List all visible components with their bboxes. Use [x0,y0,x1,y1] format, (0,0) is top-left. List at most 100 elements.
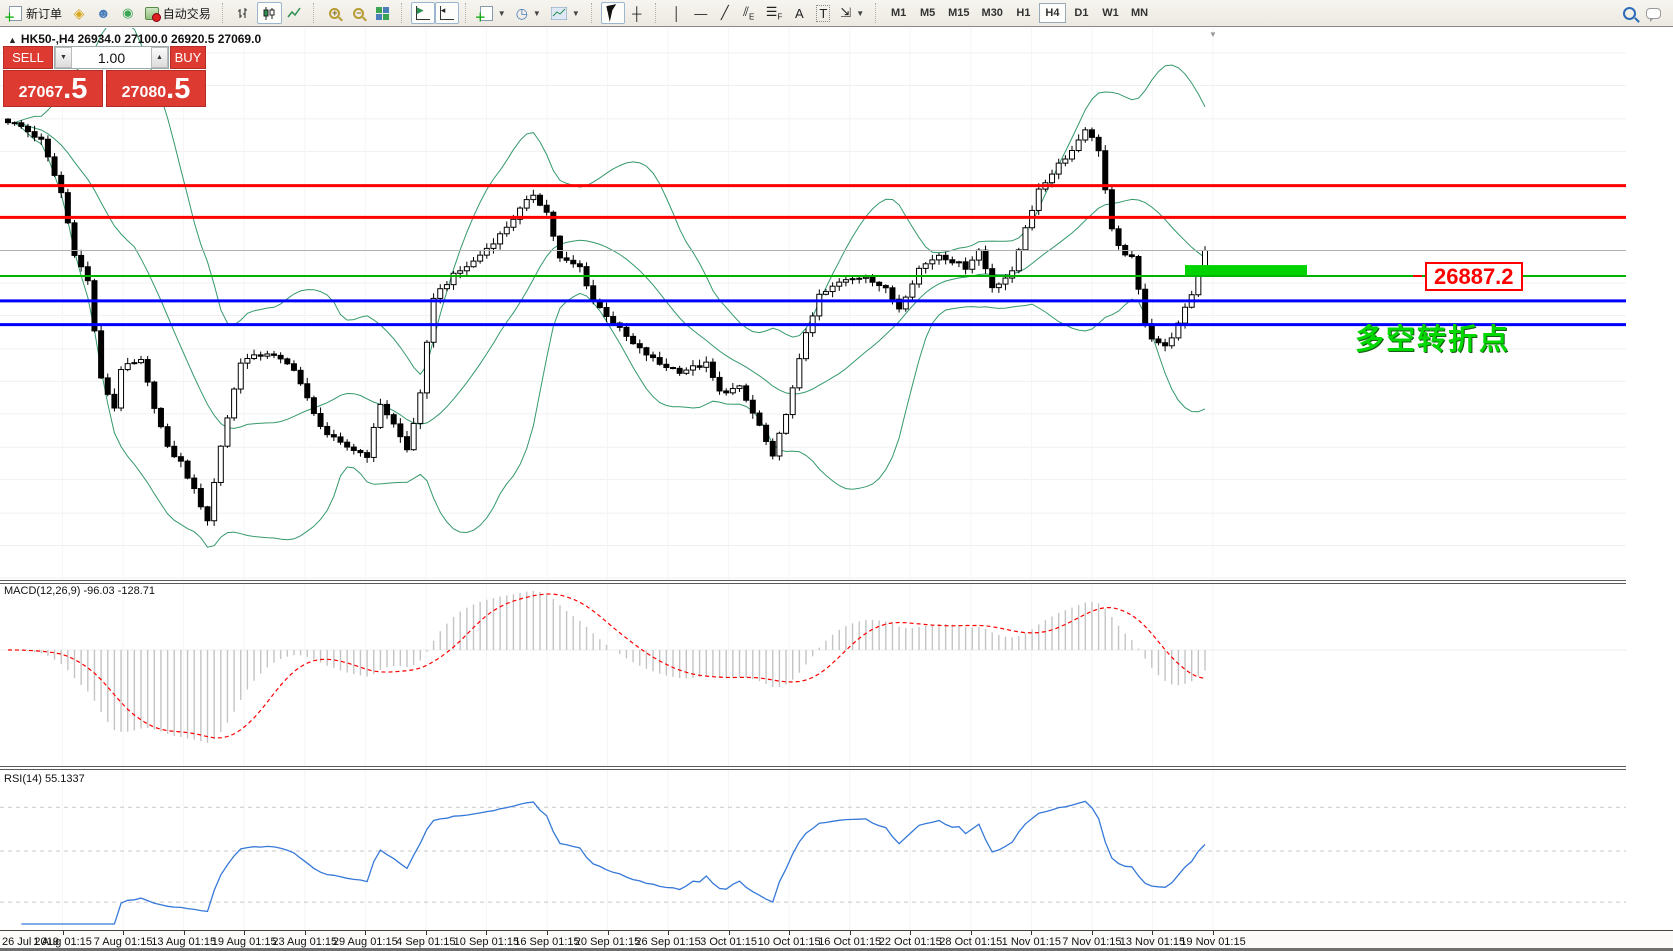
new-order-icon [9,6,22,21]
crosshair-button[interactable]: ┼ [625,2,649,24]
timeframe-d1-button[interactable]: D1 [1068,3,1095,23]
buy-price-display[interactable]: 27080.5 [106,70,206,107]
toolbar-separator [465,3,472,23]
cursor-button[interactable] [601,2,625,24]
fibonacci-button[interactable]: ☰F [761,2,788,24]
periods-button[interactable]: ◷▼ [511,2,546,24]
toolbar-separator [875,3,882,23]
vertical-line-button[interactable]: │ [665,2,689,24]
tile-windows-icon [376,7,389,20]
timeframe-m1-button[interactable]: M1 [885,3,912,23]
date-tick [1031,931,1032,935]
volume-up-button[interactable]: ▲ [151,47,168,68]
metaeditor-button[interactable]: ◈ [67,2,91,24]
equidistant-channel-button[interactable]: ⫽E [737,2,761,24]
text-label-icon: T [816,5,830,22]
symbol-header: ▲HK50-,H4 26934.0 27100.0 26920.5 27069.… [8,32,261,46]
text-label-button[interactable]: T [811,2,835,24]
date-tick [426,931,427,935]
date-label: 19 Aug 01:15 [212,936,277,948]
date-tick [486,931,487,935]
date-label: 1 Aug 01:15 [33,936,92,948]
date-label: 28 Oct 01:15 [939,936,1002,948]
timeframe-h4-button[interactable]: H4 [1039,3,1066,23]
date-label: 19 Nov 01:15 [1180,936,1245,948]
sell-button[interactable]: SELL [3,46,53,69]
price-callout[interactable]: 26887.2 [1425,262,1523,291]
indicators-icon [480,6,493,21]
signals-icon: ◉ [122,5,133,21]
dropdown-arrow-icon: ▼ [533,9,541,18]
date-tick [729,931,730,935]
date-tick [910,931,911,935]
zoom-out-icon: − [353,8,364,19]
autotrading-label: 自动交易 [163,5,211,22]
timeframe-mn-button[interactable]: MN [1126,3,1153,23]
zoom-out-button[interactable]: − [347,2,371,24]
timeframe-bar: M1M5M15M30H1H4D1W1MN [885,3,1153,23]
dropdown-arrow-icon: ▼ [498,9,506,18]
price-chart[interactable] [0,28,1626,580]
collapse-triangle-icon[interactable]: ▲ [8,35,17,45]
timeframe-w1-button[interactable]: W1 [1097,3,1124,23]
dropdown-arrow-icon: ▼ [856,9,864,18]
date-tick [123,931,124,935]
trendline-button[interactable]: ╱ [713,2,737,24]
candlestick-chart-button[interactable] [257,2,282,24]
toolbar-separator [655,3,662,23]
macd-panel[interactable] [0,584,1626,766]
timeframe-h1-button[interactable]: H1 [1010,3,1037,23]
volume-input[interactable]: 1.00 [72,47,151,68]
toolbar-separator [313,3,320,23]
signals-button[interactable]: ◉ [116,2,140,24]
chat-icon[interactable] [1646,8,1661,19]
equidistant-channel-icon: ⫽E [743,4,754,22]
sell-price-display[interactable]: 27067.5 [3,70,103,107]
indicators-button[interactable]: ▼ [475,2,511,24]
timeframe-m30-button[interactable]: M30 [977,3,1008,23]
chart-shift-button[interactable]: ◂ [435,2,459,24]
date-tick [547,931,548,935]
templates-button[interactable]: ▼ [546,2,585,24]
date-tick [971,931,972,935]
bar-chart-button[interactable] [232,2,257,24]
arrows-icon: ⇲ [840,5,851,21]
price-axis: 28475.028244.028006.027775.026837.026606… [1626,28,1673,930]
chart-shift-marker[interactable]: ▼ [1209,30,1217,39]
date-label: 29 Aug 01:15 [333,936,398,948]
autoscroll-icon: ▶ [416,6,430,20]
crosshair-icon: ┼ [632,6,641,21]
date-tick [365,931,366,935]
timeframe-m5-button[interactable]: M5 [914,3,941,23]
chinese-note[interactable]: 多空转折点 [1355,316,1510,358]
date-tick [1213,931,1214,935]
tile-windows-button[interactable] [371,2,395,24]
one-click-trade-panel: SELL ▼ 1.00 ▲ BUY 27067.5 27080.5 [3,46,206,107]
new-order-label: 新订单 [26,5,62,22]
timeframe-m15-button[interactable]: M15 [943,3,974,23]
volume-down-button[interactable]: ▼ [55,47,72,68]
zoom-in-button[interactable]: + [323,2,347,24]
templates-icon [551,7,567,20]
toolbar-separator [222,3,229,23]
horizontal-line-button[interactable]: — [689,2,713,24]
date-label: 7 Aug 01:15 [94,936,153,948]
autoscroll-button[interactable]: ▶ [411,2,435,24]
date-tick [1152,931,1153,935]
date-label: 22 Oct 01:15 [879,936,942,948]
buy-button[interactable]: BUY [170,46,206,69]
toolbar-separator [401,3,408,23]
line-chart-icon [287,6,302,21]
text-button[interactable]: A [787,2,811,24]
autotrading-button[interactable]: 自动交易 [140,2,216,24]
date-tick [850,931,851,935]
arrows-button[interactable]: ⇲▼ [835,2,869,24]
new-order-button[interactable]: 新订单 [4,2,67,24]
search-icon[interactable] [1623,7,1636,20]
rsi-panel[interactable] [0,770,1626,930]
cursor-icon [606,4,619,22]
metaeditor-icon: ◈ [74,5,85,22]
line-chart-button[interactable] [282,2,307,24]
community-button[interactable]: ☻ [91,2,116,24]
date-label: 20 Sep 01:15 [575,936,640,948]
